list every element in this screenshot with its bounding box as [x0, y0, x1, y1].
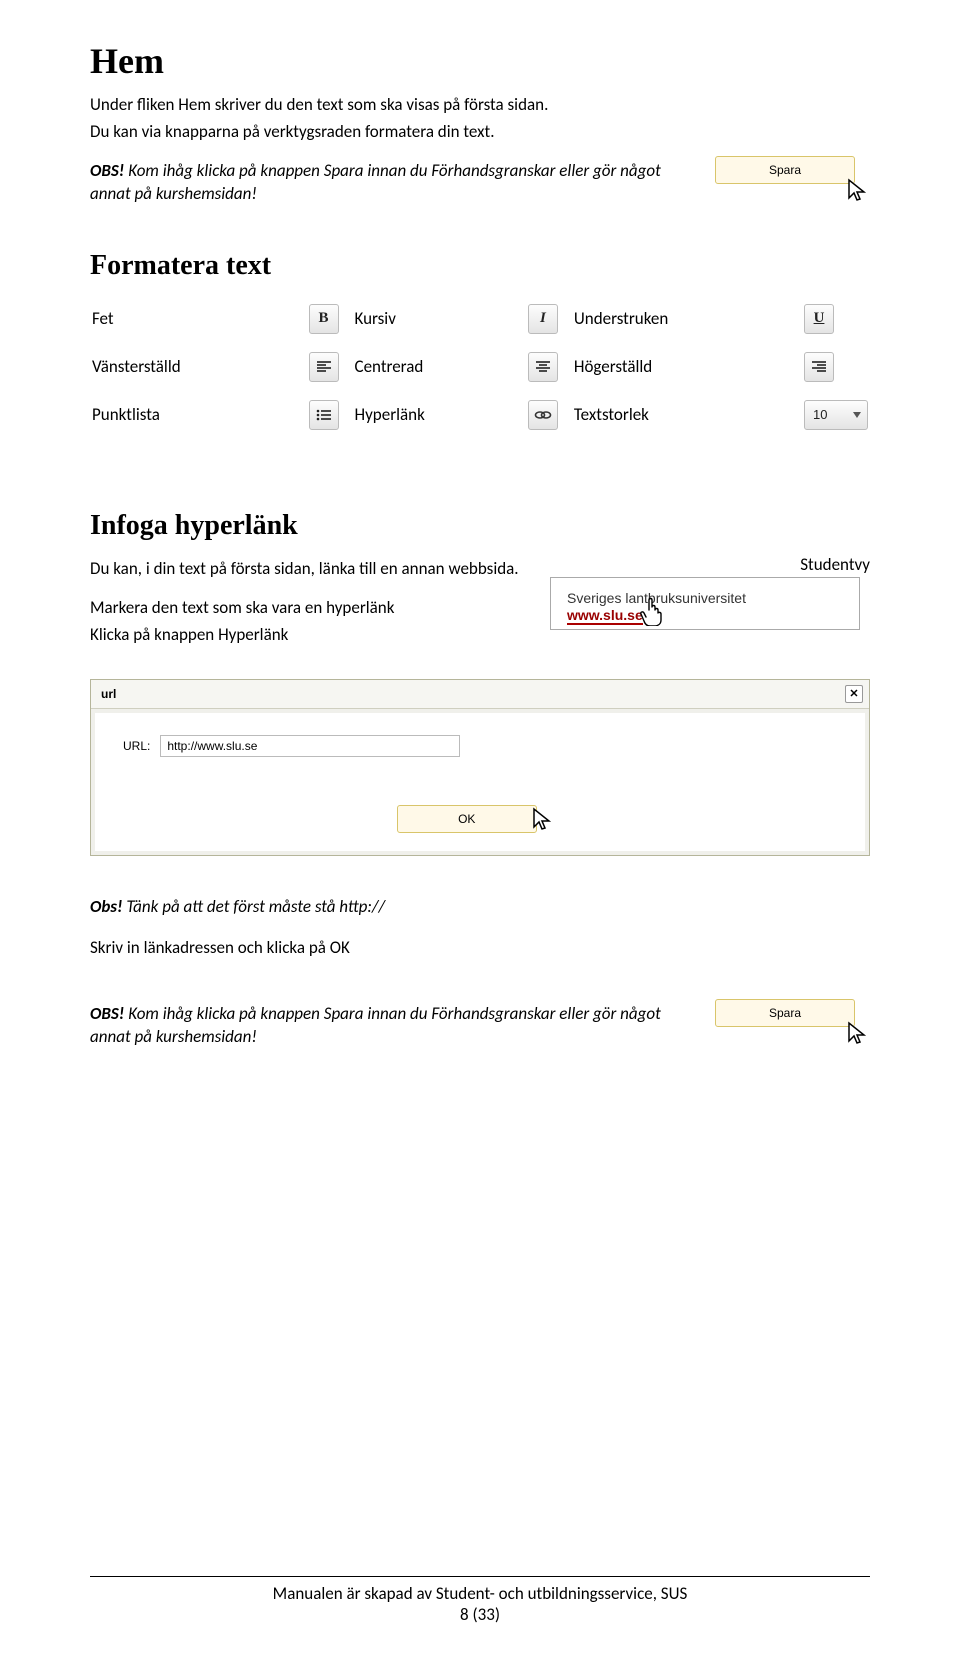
label-punktlista: Punktlista [92, 392, 301, 438]
label-hyperlank: Hyperlänk [355, 392, 520, 438]
bold-icon[interactable]: B [309, 304, 339, 334]
studentvy-preview: Sveriges lantbruksuniversitet www.slu.se [550, 577, 860, 630]
obs-text-1: OBS! Kom ihåg klicka på knappen Spara in… [90, 160, 685, 206]
heading-infoga: Infoga hyperlänk [90, 510, 870, 542]
chevron-down-icon [853, 412, 861, 418]
infoga-p2: Markera den text som ska vara en hyperlä… [90, 597, 526, 620]
underline-icon[interactable]: U [804, 304, 834, 334]
obs-final-text: OBS! Kom ihåg klicka på knappen Spara in… [90, 1003, 685, 1049]
format-icon-table: Fet B Kursiv I Understruken U Vänsterstä… [90, 294, 870, 440]
intro-text-2: Du kan via knapparna på verktygsraden fo… [90, 121, 870, 144]
italic-icon[interactable]: I [528, 304, 558, 334]
label-hogerstalld: Högerställd [574, 344, 796, 390]
studentvy-label: Studentvy [550, 554, 870, 575]
student-preview-link[interactable]: www.slu.se [567, 607, 643, 625]
dialog-title: url [101, 687, 116, 701]
cursor-arrow-icon [531, 807, 553, 838]
student-preview-line1: Sveriges lantbruksuniversitet [567, 590, 843, 606]
footer-line1: Manualen är skapad av Student- och utbil… [90, 1583, 870, 1604]
heading-formatera: Formatera text [90, 250, 870, 282]
spara-button[interactable]: Spara [715, 156, 855, 184]
spara-button-image-2: Spara [715, 999, 870, 1045]
intro-text-1: Under fliken Hem skriver du den text som… [90, 94, 870, 117]
label-vansterstalld: Vänsterställd [92, 344, 301, 390]
label-kursiv: Kursiv [355, 296, 520, 342]
spara-button-image: Spara [715, 156, 870, 202]
label-centrerad: Centrerad [355, 344, 520, 390]
spara-button[interactable]: Spara [715, 999, 855, 1027]
bullet-list-icon[interactable] [309, 400, 339, 430]
align-left-icon[interactable] [309, 352, 339, 382]
url-field-label: URL: [123, 739, 150, 753]
infoga-p3: Klicka på knappen Hyperlänk [90, 624, 526, 647]
ok-button[interactable]: OK [397, 805, 537, 833]
heading-hem: Hem [90, 40, 870, 82]
label-textstorlek: Textstorlek [574, 392, 796, 438]
fontsize-dropdown[interactable]: 10 [804, 400, 868, 430]
url-input[interactable] [160, 735, 460, 757]
hand-cursor-icon [639, 596, 665, 631]
url-dialog: url ✕ URL: OK [90, 679, 870, 856]
align-center-icon[interactable] [528, 352, 558, 382]
dialog-close-button[interactable]: ✕ [845, 685, 863, 703]
hyperlink-icon[interactable] [528, 400, 558, 430]
label-fet: Fet [92, 296, 301, 342]
infoga-p1: Du kan, i din text på första sidan, länk… [90, 558, 526, 581]
cursor-arrow-icon [846, 178, 868, 204]
page-footer: Manualen är skapad av Student- och utbil… [90, 1576, 870, 1625]
footer-line2: 8 (33) [90, 1604, 870, 1625]
align-right-icon[interactable] [804, 352, 834, 382]
obs-http-note: Obs! Tänk på att det först måste stå htt… [90, 896, 870, 919]
cursor-arrow-icon [846, 1021, 868, 1047]
label-understruken: Understruken [574, 296, 796, 342]
skriv-in-text: Skriv in länkadressen och klicka på OK [90, 937, 870, 960]
